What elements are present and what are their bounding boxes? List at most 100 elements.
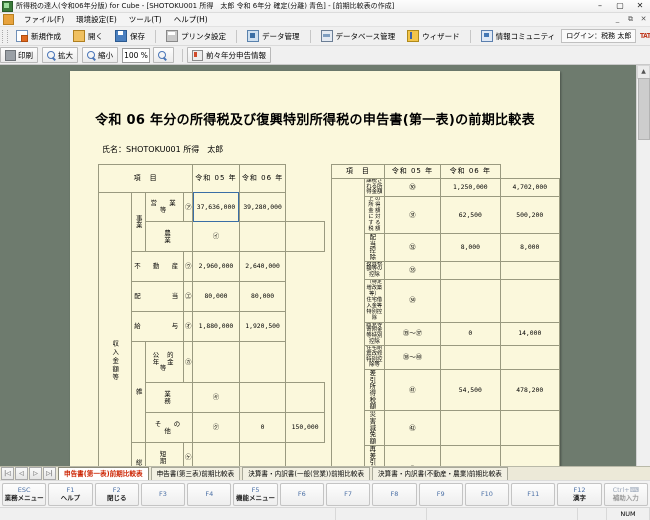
menu-item-file[interactable]: ファイル(F) — [18, 13, 70, 26]
table-row[interactable]: 雑公 的 年 金 等㋕ — [99, 340, 325, 444]
function-key-f5[interactable]: F5 機能メニュー — [233, 482, 278, 506]
tab-statement-general-comparison[interactable]: 決算書・内訳書(一般(営業))前期比較表 — [242, 467, 371, 480]
minimize-button[interactable]: – — [590, 0, 610, 12]
zoom-level-input[interactable]: 100 % — [122, 47, 150, 63]
toolbar-grip[interactable] — [2, 29, 8, 43]
cell-curr-year[interactable]: 1,920,500 — [238, 310, 287, 342]
function-key-f6[interactable]: F6 — [279, 482, 324, 506]
cell-curr-year[interactable]: 478,200 — [499, 444, 561, 466]
function-key-f12[interactable]: F12 漢字 — [557, 482, 602, 506]
function-key-f11[interactable]: F11 — [511, 482, 556, 506]
cell-curr-year[interactable]: 2,640,000 — [238, 251, 287, 283]
close-button[interactable]: ✕ — [630, 0, 650, 12]
table-row[interactable]: 政党等寄附金等特別控除 ㉟～㊲ 0 14,000 — [331, 321, 561, 347]
cell-prev-year[interactable]: 8,000 — [440, 232, 501, 262]
table-row[interactable]: 不 動 産㋒ 2,960,000 2,640,000 — [99, 251, 325, 283]
cell-curr-year[interactable] — [238, 442, 287, 466]
scroll-up-arrow[interactable]: ▲ — [637, 65, 650, 79]
cell-prev-year[interactable] — [440, 278, 501, 323]
function-key-f10[interactable]: F10 — [464, 482, 510, 506]
prev-year-info-button[interactable]: 前々年分申告情報 — [187, 47, 271, 63]
function-key-f3[interactable]: F3 — [140, 482, 186, 506]
function-key-f2[interactable]: F2 閉じる — [94, 482, 139, 506]
function-key-f9[interactable]: F9 — [418, 482, 463, 506]
zoom-in-button[interactable]: 拡大 — [42, 47, 78, 63]
cell-prev-year[interactable]: 0 — [238, 412, 287, 444]
tab-form3-comparison[interactable]: 申告書(第三表)前期比較表 — [150, 467, 241, 480]
tab-nav-next[interactable]: ▷ — [29, 467, 42, 480]
toolbar-button-community[interactable]: 情報コミュニティ — [475, 28, 562, 44]
maximize-button[interactable]: ▢ — [610, 0, 630, 12]
function-key-f8[interactable]: F8 — [372, 482, 417, 506]
zoom-select-button[interactable] — [153, 47, 174, 63]
table-row[interactable]: 税金の計算課税される所得金額㉚1,250,0004,702,000 — [330, 177, 561, 466]
cell-curr-year[interactable] — [499, 278, 561, 323]
table-row[interactable]: 差 引 所 得 税 額㊶ 54,500 478,200 — [331, 368, 561, 412]
table-row[interactable]: 投資税額等の控除㉝ — [331, 260, 561, 280]
table-row[interactable]: 配 当 控 除㉜ 8,000 8,000 — [331, 232, 561, 262]
cell-prev-year[interactable] — [440, 410, 501, 446]
tab-form1-comparison[interactable]: 申告書(第一表)前期比較表 — [58, 467, 149, 480]
cell-prev-year[interactable]: 62,500 — [440, 196, 501, 234]
cell-curr-year[interactable]: 14,000 — [499, 321, 561, 347]
cell-curr-year[interactable] — [285, 382, 325, 414]
menu-item-settings[interactable]: 環境設定(E) — [70, 13, 123, 26]
function-key-esc[interactable]: ESC 業務メニュー — [2, 482, 47, 506]
tab-nav-first[interactable]: |◁ — [1, 467, 14, 480]
menu-item-help[interactable]: ヘルプ(H) — [168, 13, 214, 26]
vertical-scrollbar[interactable]: ▲ — [636, 65, 650, 466]
table-row[interactable]: （特定増改築等） 住宅借入金等特別控除㉞ — [331, 278, 561, 323]
tab-nav-prev[interactable]: ◁ — [15, 467, 28, 480]
cell-prev-year[interactable] — [440, 345, 501, 370]
table-row[interactable]: 給 与㋔ 1,880,000 1,920,500 — [99, 310, 325, 342]
table-row[interactable]: 上 の 所 得 金 額に 対 す る 税 額㉛ 62,500 500,200 — [331, 196, 561, 234]
table-row[interactable]: 災 害 減 免 額㊷ — [331, 410, 561, 446]
function-key-ctrl[interactable]: Ctrl+⌨ 補助入力 — [603, 482, 648, 506]
cell-prev-year[interactable]: 80,000 — [192, 281, 240, 312]
cell-prev-year[interactable] — [192, 340, 240, 384]
tab-statement-realestate-comparison[interactable]: 決算書・内訳書(不動産・農業)前期比較表 — [372, 467, 508, 480]
cell-curr-year[interactable] — [499, 260, 561, 280]
scroll-thumb[interactable] — [638, 78, 650, 140]
toolbar-button-printer-settings[interactable]: プリンタ設定 — [160, 28, 232, 44]
table-row[interactable]: 収入金額等 事業営 業 等㋐ 37,636,000 39,280,000 — [97, 191, 325, 466]
cell-prev-year[interactable]: 37,636,000 — [192, 191, 240, 223]
cell-prev-year[interactable]: 1,880,000 — [192, 310, 240, 342]
table-row[interactable]: 住宅耐震改修特別控除等 ㊳～㊵ — [331, 345, 561, 370]
toolbar-button-new[interactable]: 新規作成 — [10, 28, 67, 44]
cell-prev-year[interactable]: 1,250,000 — [440, 177, 501, 198]
table-row[interactable]: 総合譲渡短 期㋘ — [99, 442, 325, 466]
cell-prev-year[interactable]: 54,500 — [440, 368, 501, 412]
table-row[interactable]: 配 当㋓ 80,000 80,000 — [99, 281, 325, 312]
cell-curr-year[interactable]: 4,702,000 — [499, 177, 561, 198]
cell-prev-year[interactable] — [238, 382, 287, 414]
zoom-out-button[interactable]: 縮小 — [82, 47, 118, 63]
cell-curr-year[interactable]: 8,000 — [499, 232, 561, 262]
doc-close-button[interactable]: ✕ — [637, 15, 650, 24]
cell-curr-year[interactable] — [499, 410, 561, 446]
cell-prev-year[interactable] — [440, 260, 501, 280]
menu-item-tools[interactable]: ツール(T) — [123, 13, 168, 26]
cell-curr-year[interactable]: 478,200 — [499, 368, 561, 412]
cell-prev-year[interactable] — [192, 442, 240, 466]
cell-curr-year[interactable]: 500,200 — [499, 196, 561, 234]
cell-prev-year[interactable]: 54,500 — [440, 444, 501, 466]
cell-prev-year[interactable] — [238, 221, 287, 253]
toolbar-button-database-management[interactable]: データベース管理 — [315, 28, 402, 44]
doc-minimize-button[interactable]: _ — [611, 15, 624, 24]
cell-curr-year[interactable]: 39,280,000 — [238, 191, 287, 223]
function-key-f4[interactable]: F4 — [187, 482, 232, 506]
cell-prev-year[interactable]: 0 — [440, 321, 501, 347]
doc-restore-button[interactable]: ⧉ — [624, 15, 637, 24]
cell-curr-year[interactable] — [238, 340, 287, 384]
cell-curr-year[interactable]: 150,000 — [285, 412, 325, 444]
toolbar-button-data-management[interactable]: データ管理 — [241, 28, 306, 44]
cell-curr-year[interactable] — [499, 345, 561, 370]
function-key-f7[interactable]: F7 — [325, 482, 371, 506]
tab-nav-last[interactable]: ▷| — [43, 467, 56, 480]
toolbar-button-wizard[interactable]: ウィザード — [401, 28, 466, 44]
function-key-f1[interactable]: F1 ヘルプ — [48, 482, 93, 506]
table-row[interactable]: 再 差 引 所 得 税 額㊸54,500478,200 — [331, 444, 561, 466]
print-button[interactable]: 印刷 — [0, 47, 38, 63]
cell-curr-year[interactable] — [285, 221, 325, 253]
